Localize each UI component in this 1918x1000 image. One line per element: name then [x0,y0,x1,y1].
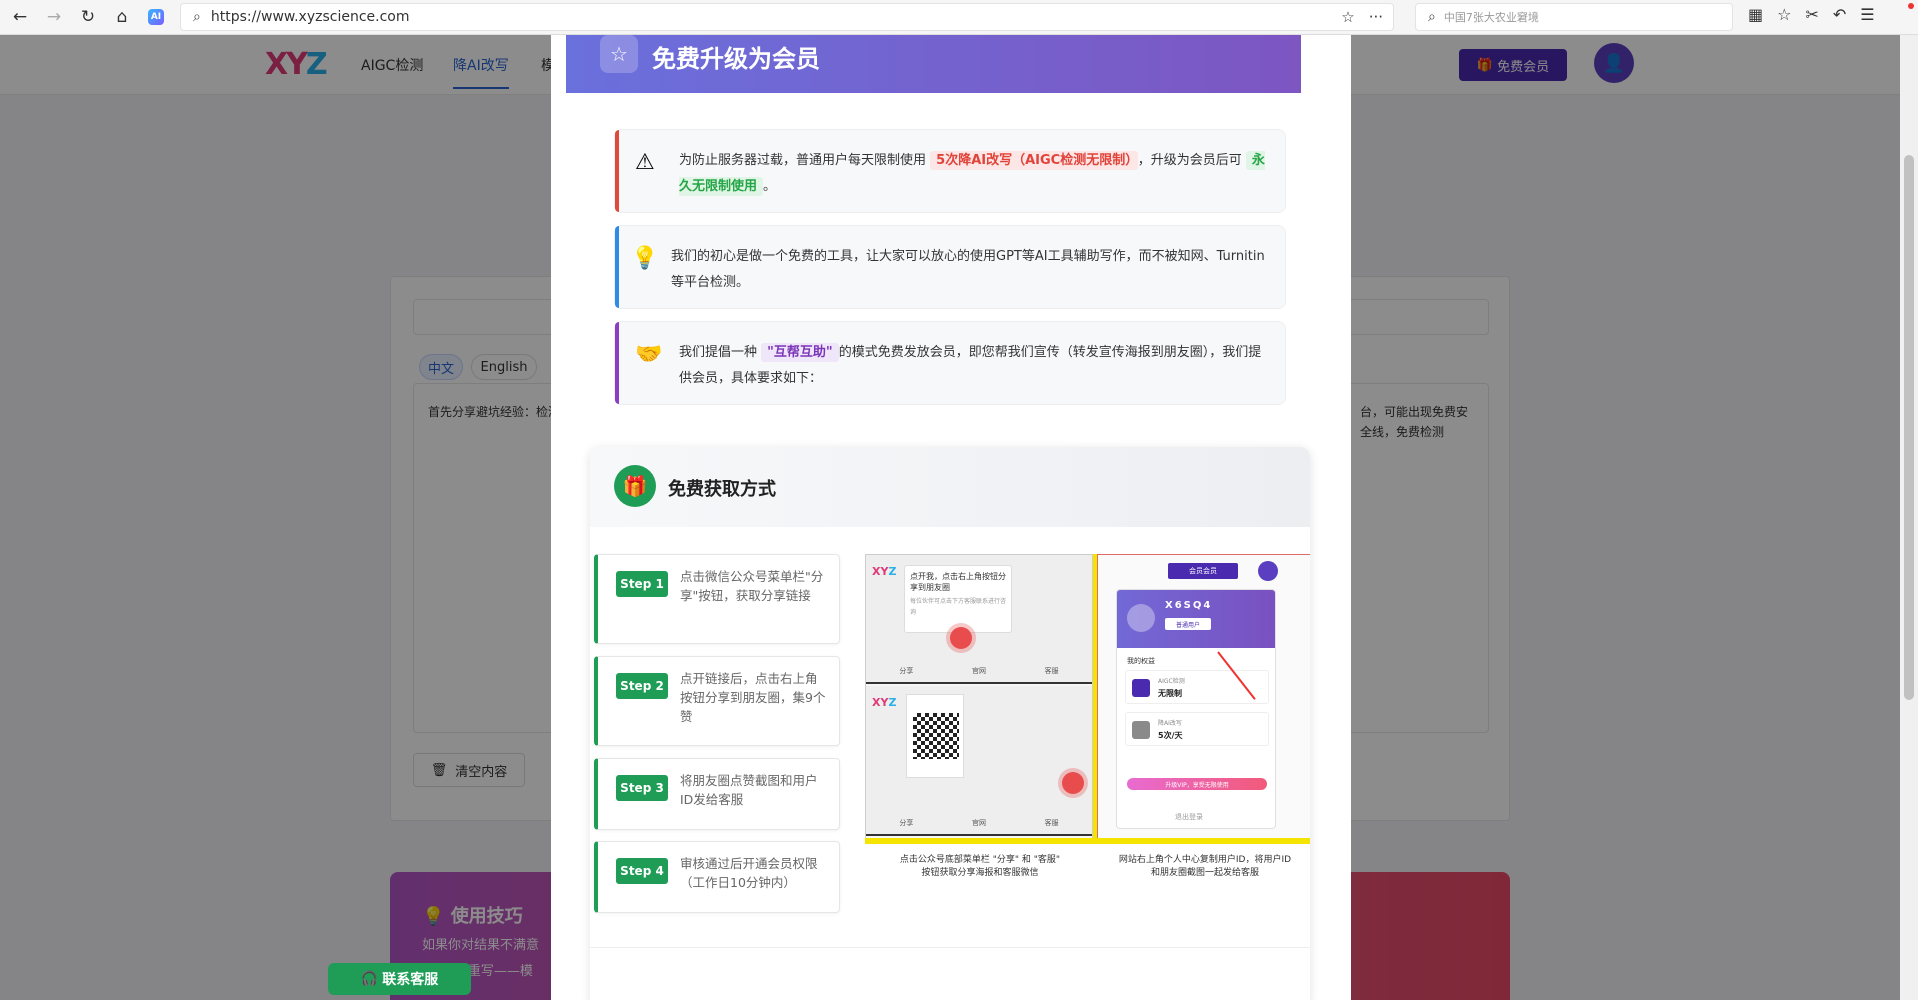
free-method-card: 🎁 免费获取方式 Step 1 点击微信公众号菜单栏"分享"按钮，获取分享链接 … [590,447,1310,1000]
notification-dot [1908,3,1914,9]
more-icon[interactable]: ··· [1369,8,1383,26]
mini-logo: XYZ [872,696,897,709]
browser-toolbar: ← → ↻ ⌂ AI ⌕ https://www.xyzscience.com … [0,0,1918,35]
search-icon: ⌕ [193,9,201,25]
forward-icon[interactable]: → [40,3,68,31]
website-profile-screen: 会员会员 X6SQ4 普通用户 我的权益 AIGC检测 无限制 降AI改写 5次… [1097,554,1310,841]
step-text: 审核通过后开通会员权限（工作日10分钟内） [680,856,818,890]
apps-grid-icon[interactable]: ▦ [1748,5,1763,24]
free-method-title: 免费获取方式 [668,479,776,500]
caption-right: 网站右上角个人中心复制用户ID，将用户ID和朋友圈截图一起发给客服 [1118,855,1292,878]
search-icon: ⌕ [1428,9,1436,25]
mini-user-id: X6SQ4 [1165,600,1213,611]
modal-header: ☆ 免费升级为会员 [566,35,1301,93]
page-scrollbar[interactable] [1900,35,1918,1000]
upgrade-modal: ☆ 免费升级为会员 ⚠ 为防止服务器过载，普通用户每天限制使用 5次降AI改写（… [551,35,1351,1000]
star-icon: ☆ [600,35,638,73]
lightbulb-icon: 💡 [631,246,659,271]
contact-service-button[interactable]: 🎧 联系客服 [328,963,471,995]
scrollbar-thumb[interactable] [1904,155,1914,700]
bookmark-star-icon[interactable]: ☆ [1341,8,1354,26]
menu-icon[interactable]: ☰ [1860,5,1874,24]
mini-logo: XYZ [872,565,897,578]
caption-left: 点击公众号底部菜单栏 "分享" 和 "客服" 按钮获取分享海报和客服微信 [899,855,1061,878]
url-text: https://www.xyzscience.com [210,9,410,25]
notice-purpose: 💡 我们的初心是做一个免费的工具，让大家可以放心的使用GPT等AI工具辅助写作，… [614,225,1286,309]
headset-icon: 🎧 [360,971,379,987]
step-text: 点击微信公众号菜单栏"分享"按钮，获取分享链接 [680,569,824,603]
modal-title: 免费升级为会员 [652,45,820,73]
address-bar[interactable]: ⌕ https://www.xyzscience.com ☆ ··· [180,3,1394,31]
instruction-screenshot: XYZ 点开我，点击右上角按钮分享到朋友圈 每位伙伴可点击下方客服联系进行咨询 … [865,554,1310,934]
step-badge: Step 2 [616,673,668,699]
step-badge: Step 3 [616,775,668,801]
reload-icon[interactable]: ↻ [74,3,102,31]
step-text: 点开链接后，点击右上角按钮分享到朋友圈，集9个赞 [680,671,826,724]
step-badge: Step 4 [616,858,668,884]
mini-vip-button: 会员会员 [1168,563,1238,579]
step-text: 将朋友圈点赞截图和用户ID发给客服 [680,773,818,807]
ai-extension-icon[interactable]: AI [148,9,164,25]
side-search-box[interactable]: ⌕ 中国7张大农业窘境 [1415,3,1733,31]
tap-hand-icon [950,627,972,649]
mini-avatar [1258,561,1278,581]
notice-purpose-text: 我们的初心是做一个免费的工具，让大家可以放心的使用GPT等AI工具辅助写作，而不… [671,249,1265,290]
step-2: Step 2 点开链接后，点击右上角按钮分享到朋友圈，集9个赞 [594,656,840,746]
side-search-placeholder: 中国7张大农业窘境 [1443,11,1539,24]
undo-icon[interactable]: ↶ [1833,5,1846,24]
back-icon[interactable]: ← [6,3,34,31]
qr-code [906,694,964,778]
home-icon[interactable]: ⌂ [108,3,136,31]
gift-icon: 🎁 [614,465,656,507]
mutual-help-highlight: "互帮互助" [761,343,839,362]
step-1: Step 1 点击微信公众号菜单栏"分享"按钮，获取分享链接 [594,554,840,644]
tap-hand-icon [1062,772,1084,794]
share-card: 点开我，点击右上角按钮分享到朋友圈 每位伙伴可点击下方客服联系进行咨询 [904,565,1012,633]
heart-hands-icon: 🤝 [635,342,663,367]
free-method-header: 🎁 免费获取方式 [590,447,1310,527]
limit-highlight: 5次降AI改写（AIGC检测无限制） [930,151,1138,170]
favorites-icon[interactable]: ☆ [1777,5,1791,24]
step-badge: Step 1 [616,571,668,597]
step-4: Step 4 审核通过后开通会员权限（工作日10分钟内） [594,841,840,913]
scissors-icon[interactable]: ✂ [1805,5,1818,24]
mini-profile-panel: X6SQ4 普通用户 我的权益 AIGC检测 无限制 降AI改写 5次/天 升级… [1116,589,1276,829]
notice-limit: ⚠ 为防止服务器过载，普通用户每天限制使用 5次降AI改写（AIGC检测无限制）… [614,129,1286,213]
step-3: Step 3 将朋友圈点赞截图和用户ID发给客服 [594,758,840,830]
mini-user-tag: 普通用户 [1165,618,1211,630]
wechat-screens: XYZ 点开我，点击右上角按钮分享到朋友圈 每位伙伴可点击下方客服联系进行咨询 … [865,554,1093,841]
warning-icon: ⚠ [635,150,655,175]
notice-mutual-help: 🤝 我们提倡一种 "互帮互助" 的模式免费发放会员，即您帮我们宣传（转发宣传海报到… [614,321,1286,405]
